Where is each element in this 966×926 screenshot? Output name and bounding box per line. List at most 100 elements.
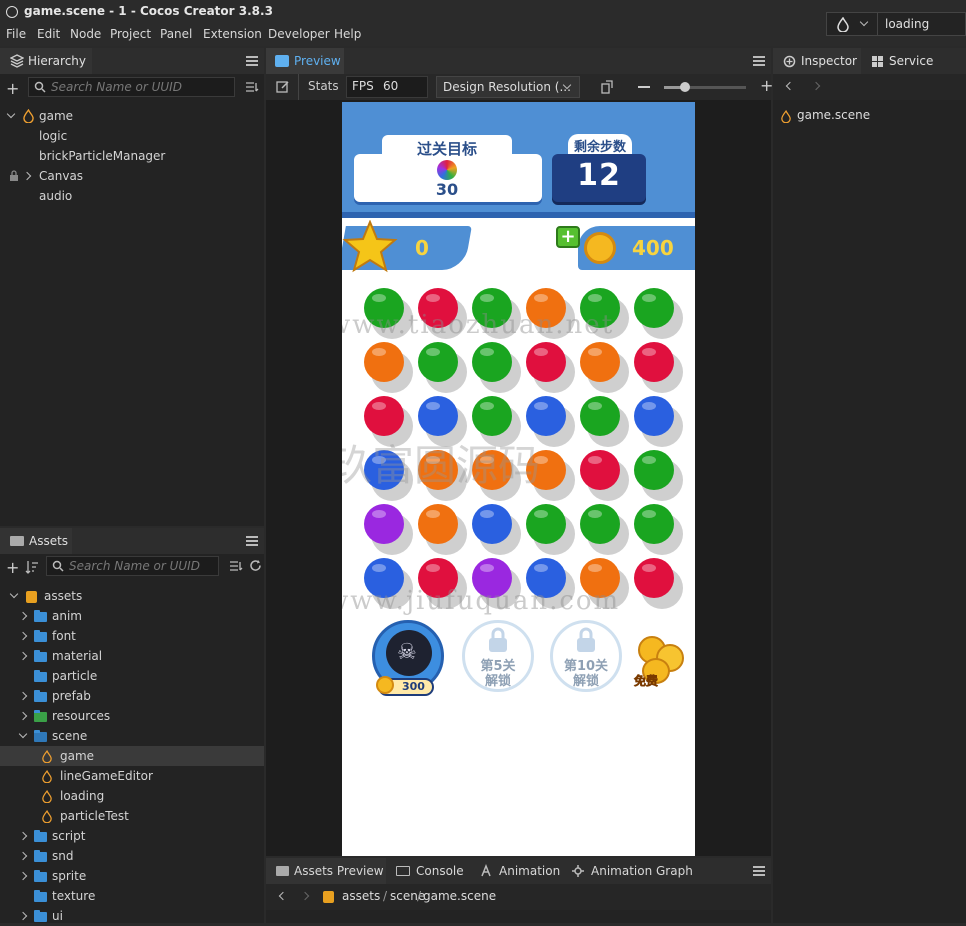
- hierarchy-search-input[interactable]: Search Name or UUID: [28, 77, 235, 97]
- expand-icon[interactable]: [6, 109, 16, 119]
- expand-icon[interactable]: [9, 589, 19, 599]
- menu-extension[interactable]: Extension: [203, 27, 262, 41]
- path-segment-assets[interactable]: assets: [342, 889, 380, 903]
- tree-node-canvas[interactable]: Canvas: [0, 166, 264, 186]
- asset-item-material[interactable]: material: [0, 646, 264, 666]
- asset-item-particle[interactable]: particle: [0, 666, 264, 686]
- expand-icon[interactable]: [18, 871, 28, 881]
- expand-icon[interactable]: [22, 171, 32, 181]
- menu-panel[interactable]: Panel: [160, 27, 192, 41]
- menu-project[interactable]: Project: [110, 27, 151, 41]
- sort-order-icon[interactable]: [25, 560, 39, 574]
- design-resolution-select[interactable]: Design Resolution (...: [436, 76, 580, 98]
- zoom-out-icon[interactable]: [638, 86, 650, 88]
- menu-developer[interactable]: Developer: [268, 27, 330, 41]
- fps-value[interactable]: 60: [383, 79, 398, 93]
- zoom-slider[interactable]: [664, 82, 746, 92]
- menu-node[interactable]: Node: [70, 27, 101, 41]
- hierarchy-menu-icon[interactable]: [246, 56, 258, 66]
- asset-item-anim[interactable]: anim: [0, 606, 264, 626]
- asset-item-loading[interactable]: loading: [0, 786, 264, 806]
- expand-icon[interactable]: [18, 631, 28, 641]
- add-coins-button[interactable]: +: [556, 226, 580, 248]
- bottom-menu-icon[interactable]: [753, 866, 765, 876]
- tree-node-audio[interactable]: audio: [39, 186, 72, 206]
- ball[interactable]: [634, 558, 674, 598]
- expand-icon[interactable]: [18, 691, 28, 701]
- menu-edit[interactable]: Edit: [37, 27, 60, 41]
- ball[interactable]: [472, 504, 512, 544]
- ball[interactable]: [526, 504, 566, 544]
- ball[interactable]: [634, 450, 674, 490]
- ball[interactable]: [418, 342, 458, 382]
- sort-icon[interactable]: [245, 81, 259, 93]
- back-icon[interactable]: [278, 891, 288, 901]
- inspector-item[interactable]: game.scene: [797, 108, 870, 122]
- stats-toggle[interactable]: Stats: [308, 79, 339, 93]
- asset-item-snd[interactable]: snd: [0, 846, 264, 866]
- forward-icon[interactable]: [811, 81, 821, 91]
- add-asset-icon[interactable]: +: [6, 560, 19, 576]
- ball[interactable]: [526, 342, 566, 382]
- ball[interactable]: [580, 396, 620, 436]
- asset-item-game[interactable]: game: [0, 746, 264, 766]
- ball[interactable]: [364, 342, 404, 382]
- asset-item-font[interactable]: font: [0, 626, 264, 646]
- asset-item-resources[interactable]: resources: [0, 706, 264, 726]
- menu-help[interactable]: Help: [334, 27, 361, 41]
- path-segment-file[interactable]: game.scene: [423, 889, 496, 903]
- ball[interactable]: [526, 396, 566, 436]
- ball[interactable]: [580, 504, 620, 544]
- tree-node-logic[interactable]: logic: [39, 126, 67, 146]
- expand-icon[interactable]: [18, 851, 28, 861]
- asset-item-ui[interactable]: ui: [0, 906, 264, 926]
- expand-icon[interactable]: [18, 711, 28, 721]
- forward-icon[interactable]: [300, 891, 310, 901]
- ball[interactable]: [634, 504, 674, 544]
- locked-powerup-1[interactable]: 第5关 解锁: [462, 620, 534, 692]
- ball[interactable]: [472, 342, 512, 382]
- ball[interactable]: [418, 504, 458, 544]
- asset-item-texture[interactable]: texture: [0, 886, 264, 906]
- tree-node-game[interactable]: game: [0, 106, 264, 126]
- tree-node-brickparticlemanager[interactable]: brickParticleManager: [39, 146, 165, 166]
- ball[interactable]: [634, 396, 674, 436]
- asset-item-linegameeditor[interactable]: lineGameEditor: [0, 766, 264, 786]
- asset-item-script[interactable]: script: [0, 826, 264, 846]
- filter-icon[interactable]: [229, 560, 243, 572]
- ball[interactable]: [418, 396, 458, 436]
- ball[interactable]: [580, 450, 620, 490]
- ball[interactable]: [634, 288, 674, 328]
- ball[interactable]: [364, 504, 404, 544]
- assets-search-input[interactable]: Search Name or UUID: [46, 556, 219, 576]
- ball[interactable]: [472, 396, 512, 436]
- ball[interactable]: [580, 342, 620, 382]
- zoom-slider-handle[interactable]: [679, 82, 690, 92]
- game-view[interactable]: 过关目标 30 剩余步数 12 0 + 400 www.tiaozhuan.ne…: [342, 102, 695, 856]
- refresh-icon[interactable]: [249, 559, 262, 572]
- preview-menu-icon[interactable]: [753, 56, 765, 66]
- add-node-icon[interactable]: +: [6, 81, 19, 97]
- free-coins-button[interactable]: 免费: [634, 632, 690, 688]
- asset-item-sprite[interactable]: sprite: [0, 866, 264, 886]
- lock-icon[interactable]: [9, 170, 19, 182]
- back-icon[interactable]: [785, 81, 795, 91]
- ball[interactable]: [364, 396, 404, 436]
- expand-icon[interactable]: [18, 611, 28, 621]
- scene-dropdown[interactable]: loading: [826, 12, 966, 36]
- ball[interactable]: [634, 342, 674, 382]
- asset-item-scene[interactable]: scene: [0, 726, 264, 746]
- expand-icon[interactable]: [18, 651, 28, 661]
- asset-item-assets[interactable]: assets: [0, 586, 264, 606]
- edit-icon[interactable]: [276, 80, 290, 94]
- expand-icon[interactable]: [18, 729, 28, 739]
- expand-icon[interactable]: [18, 831, 28, 841]
- zoom-in-icon[interactable]: +: [760, 77, 773, 95]
- asset-item-particletest[interactable]: particleTest: [0, 806, 264, 826]
- expand-icon[interactable]: [18, 911, 28, 921]
- locked-powerup-2[interactable]: 第10关 解锁: [550, 620, 622, 692]
- asset-item-prefab[interactable]: prefab: [0, 686, 264, 706]
- menu-file[interactable]: File: [6, 27, 26, 41]
- rotate-device-icon[interactable]: [600, 80, 614, 94]
- assets-menu-icon[interactable]: [246, 536, 258, 546]
